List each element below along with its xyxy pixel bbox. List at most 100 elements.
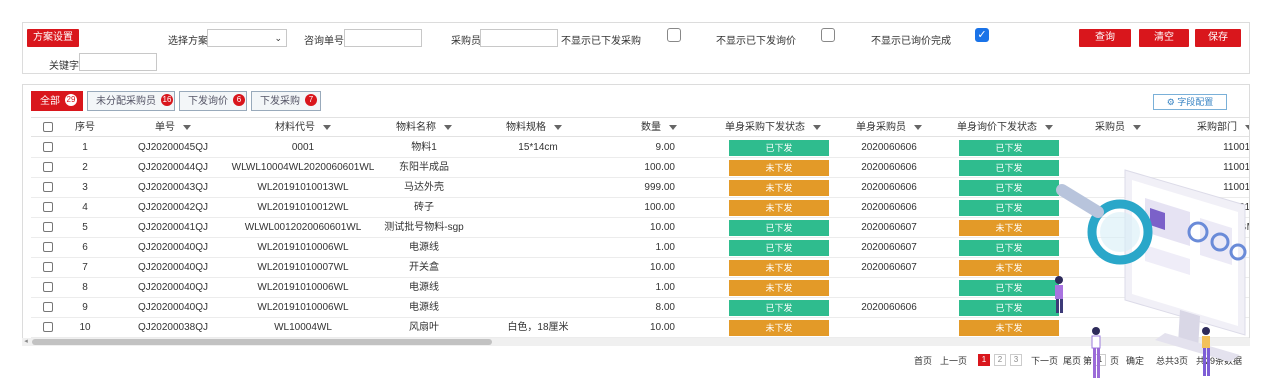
filter-panel: 方案设置 选择方案 ⌄ 咨询单号 采购员 不显示已下发采购 不显示已下发询价 不… <box>22 22 1250 74</box>
row-checkbox[interactable] <box>43 282 53 292</box>
col-code[interactable]: 材料代号 <box>233 118 373 138</box>
check-icon: ✓ <box>977 29 987 41</box>
sort-down-icon[interactable] <box>1133 124 1141 130</box>
cell-no: QJ20200040QJ <box>137 262 209 273</box>
purchase-status-badge: 已下发 <box>729 300 829 316</box>
col-seq: 序号 <box>75 122 95 133</box>
cell-code: WL20191010013WL <box>257 182 349 193</box>
cell-no: QJ20200040QJ <box>137 282 209 293</box>
row-checkbox[interactable] <box>43 182 53 192</box>
scheme-settings-button[interactable]: 方案设置 <box>27 29 79 47</box>
col-spec[interactable]: 物料规格 <box>489 118 579 138</box>
cell-buyer: 2020060607 <box>861 242 917 253</box>
sort-down-icon[interactable] <box>813 124 821 130</box>
tab-label: 未分配采购员 <box>96 96 156 107</box>
row-checkbox[interactable] <box>43 222 53 232</box>
sort-down-icon[interactable] <box>323 124 331 130</box>
cell-code: WLWL10004WL2020060601WL <box>231 162 375 173</box>
cell-buyer: 2020060606 <box>861 182 917 193</box>
col-label: 材料代号 <box>275 122 315 133</box>
tab-count-badge: 29 <box>65 94 77 107</box>
hide-issued-inquiry-checkbox[interactable] <box>821 28 835 42</box>
cell-buyer: 2020060606 <box>861 142 917 153</box>
scroll-left-icon[interactable]: ◂ <box>22 338 30 346</box>
col-purchaser[interactable]: 采购员 <box>1085 118 1151 138</box>
cell-qty: 9.00 <box>655 142 675 153</box>
sort-down-icon[interactable] <box>1245 124 1249 130</box>
inquiry-no-input[interactable] <box>344 29 422 47</box>
cell-no: QJ20200045QJ <box>137 142 209 153</box>
row-checkbox[interactable] <box>43 202 53 212</box>
query-button[interactable]: 查询 <box>1079 29 1131 47</box>
page-3-button[interactable]: 3 <box>1010 354 1022 366</box>
sort-down-icon[interactable] <box>183 124 191 130</box>
table-header: 序号 单号 材料代号 物料名称 物料规格 数量 单身采购下发状态 单身采购员 单… <box>31 117 1249 138</box>
inquiry-no-label: 咨询单号 <box>304 36 344 47</box>
hide-issued-purchase-label: 不显示已下发采购 <box>561 36 641 47</box>
cell-seq: 8 <box>82 282 88 293</box>
cell-name: 电源线 <box>409 282 439 293</box>
keyword-input[interactable] <box>79 53 157 71</box>
cell-spec <box>493 218 583 238</box>
cell-name: 电源线 <box>409 302 439 313</box>
col-label: 数量 <box>641 122 661 133</box>
col-label: 采购部门 <box>1197 122 1237 133</box>
col-no[interactable]: 单号 <box>123 118 223 138</box>
tab-issue-purchase[interactable]: 下发采购 7 <box>251 91 321 111</box>
scrollbar-thumb[interactable] <box>32 339 492 345</box>
purchase-status-badge: 未下发 <box>729 280 829 296</box>
col-label: 物料名称 <box>396 122 436 133</box>
col-purchase-status[interactable]: 单身采购下发状态 <box>713 118 833 138</box>
col-buyer[interactable]: 单身采购员 <box>843 118 935 138</box>
cell-seq: 6 <box>82 242 88 253</box>
clear-button[interactable]: 清空 <box>1139 29 1189 47</box>
page-1-button[interactable]: 1 <box>978 354 990 366</box>
col-name[interactable]: 物料名称 <box>379 118 469 138</box>
col-dept[interactable]: 采购部门 <box>1191 118 1249 138</box>
tab-unassigned-buyer[interactable]: 未分配采购员 16 <box>87 91 175 111</box>
cell-qty: 10.00 <box>649 322 675 333</box>
first-page-link[interactable]: 首页 <box>914 354 932 368</box>
cell-name: 东阳半成品 <box>399 162 449 173</box>
cell-name: 测试批号物料-sgp <box>384 222 464 233</box>
field-config-button[interactable]: ⚙ 字段配置 <box>1153 94 1227 110</box>
row-checkbox[interactable] <box>43 242 53 252</box>
select-all-checkbox[interactable] <box>43 122 53 132</box>
col-inquiry-status[interactable]: 单身询价下发状态 <box>945 118 1065 138</box>
tab-all[interactable]: 全部 29 <box>31 91 83 111</box>
cell-spec: 15*14cm <box>518 142 558 153</box>
row-checkbox[interactable] <box>43 262 53 272</box>
row-checkbox[interactable] <box>43 142 53 152</box>
cell-no: QJ20200042QJ <box>137 202 209 213</box>
row-checkbox[interactable] <box>43 322 53 332</box>
cell-qty: 10.00 <box>649 262 675 273</box>
sort-down-icon[interactable] <box>554 124 562 130</box>
buyer-label: 采购员 <box>451 36 481 47</box>
cell-code: WL10004WL <box>274 322 332 333</box>
save-button[interactable]: 保存 <box>1195 29 1241 47</box>
prev-page-link[interactable]: 上一页 <box>940 354 967 368</box>
cell-spec: 白色，18厘米 <box>507 322 569 333</box>
cell-buyer: 2020060606 <box>861 202 917 213</box>
row-checkbox[interactable] <box>43 162 53 172</box>
row-checkbox[interactable] <box>43 302 53 312</box>
cell-name: 风扇叶 <box>409 322 439 333</box>
search-illustration <box>1055 169 1247 378</box>
hide-inquiry-done-checkbox[interactable]: ✓ <box>975 28 989 42</box>
sort-down-icon[interactable] <box>914 124 922 130</box>
cell-no: QJ20200041QJ <box>137 222 209 233</box>
purchase-status-badge: 未下发 <box>729 200 829 216</box>
col-qty[interactable]: 数量 <box>629 118 689 138</box>
tab-issue-inquiry[interactable]: 下发询价 6 <box>179 91 247 111</box>
hide-issued-purchase-checkbox[interactable] <box>667 28 681 42</box>
chevron-down-icon: ⌄ <box>274 33 282 43</box>
hide-issued-inquiry-label: 不显示已下发询价 <box>716 36 796 47</box>
cell-seq: 10 <box>79 322 91 333</box>
buyer-input[interactable] <box>480 29 558 47</box>
sort-down-icon[interactable] <box>669 124 677 130</box>
sort-down-icon[interactable] <box>444 124 452 130</box>
sort-down-icon[interactable] <box>1045 124 1053 130</box>
page-2-button[interactable]: 2 <box>994 354 1006 366</box>
choose-scheme-select[interactable]: ⌄ <box>207 29 287 47</box>
cell-buyer: 2020060607 <box>861 222 917 233</box>
